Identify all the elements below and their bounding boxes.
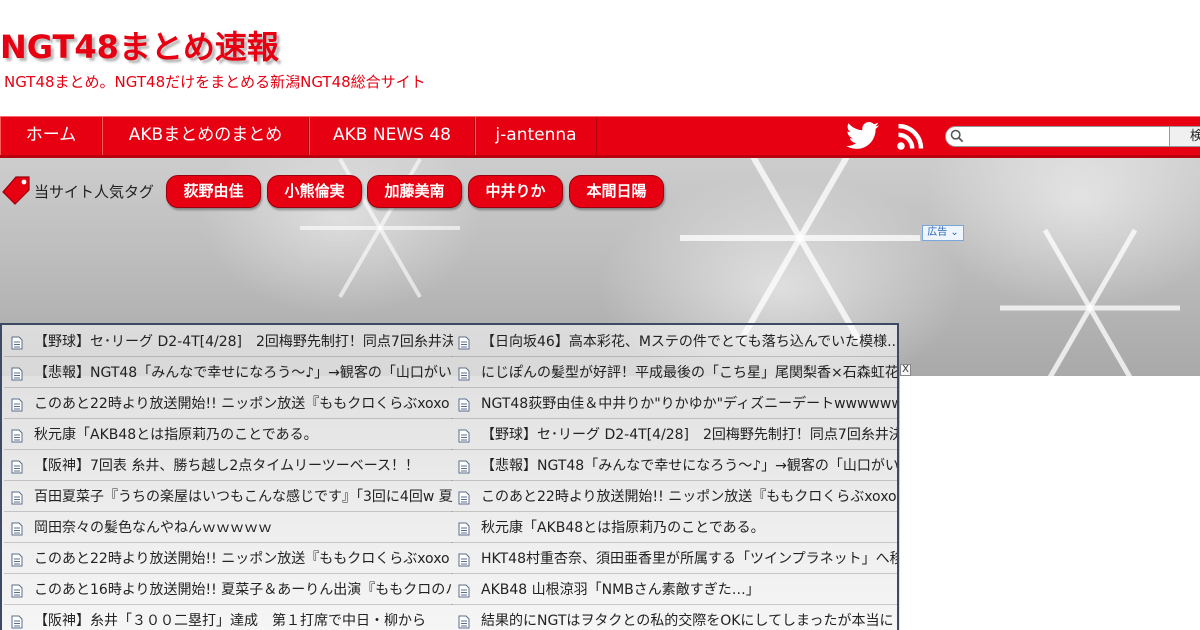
list-item-title: 【阪神】糸井「３００二塁打」達成 第１打席で中日・柳から (34, 613, 426, 629)
list-item[interactable]: 【悲報】NGT48「みんなで幸せになろう～♪」→観客の「山口がい (4, 358, 453, 388)
nav-item-akb-matome[interactable]: AKBまとめのまとめ (102, 117, 309, 155)
tag-oguma-tsugumi[interactable]: 小熊倫実 (267, 175, 362, 208)
search-icon (950, 129, 964, 143)
page: NGT48まとめ速報 NGT48まとめ。NGT48だけをまとめる新潟NGT48総… (0, 0, 1200, 630)
document-icon (458, 522, 470, 536)
list-item[interactable]: 【日向坂46】高本彩花、Mステの件でとても落ち込んでいた模様... (451, 327, 897, 357)
tag-ogino-yuka[interactable]: 荻野由佳 (166, 175, 261, 208)
list-item-title: 【阪神】7回表 糸井、勝ち越し2点タイムリーツーベース！！ (34, 458, 420, 474)
rss-icon[interactable] (896, 121, 926, 151)
list-item[interactable]: 秋元康「AKB48とは指原莉乃のことである。 (451, 513, 897, 543)
search-box (945, 126, 1200, 147)
document-icon (11, 336, 23, 350)
list-item[interactable]: 【阪神】糸井「３００二塁打」達成 第１打席で中日・柳から (4, 606, 453, 630)
list-item-title: このあと22時より放送開始!! ニッポン放送『ももクロくらぶxoxo 4 (481, 489, 897, 505)
nav-item-j-antenna[interactable]: j-antenna (475, 117, 597, 155)
ad-badge[interactable]: 広告 ⌄ (922, 225, 964, 241)
chevron-down-icon: ⌄ (950, 227, 959, 238)
list-item[interactable]: 【阪神】7回表 糸井、勝ち越し2点タイムリーツーベース！！ (4, 451, 453, 481)
list-item[interactable]: 秋元康「AKB48とは指原莉乃のことである。 (4, 420, 453, 450)
document-icon (11, 553, 23, 567)
site-subtitle: NGT48まとめ。NGT48だけをまとめる新潟NGT48総合サイト (4, 73, 426, 91)
tag-homma-hinata[interactable]: 本間日陽 (569, 175, 664, 208)
search-input[interactable] (968, 127, 1171, 146)
twitter-icon[interactable] (846, 122, 880, 150)
list-item[interactable]: 岡田奈々の髪色なんやねんｗｗｗｗｗ (4, 513, 453, 543)
list-item-title: このあと22時より放送開始!! ニッポン放送『ももクロくらぶxoxo 4 (34, 551, 453, 567)
document-icon (458, 336, 470, 350)
main-nav: ホーム AKBまとめのまとめ AKB NEWS 48 j-antenna 検索 (0, 116, 1200, 158)
popular-tags-label: 当サイト人気タグ (34, 183, 155, 201)
document-icon (11, 584, 23, 598)
list-item-title: AKB48 山根涼羽「NMBさん素敵すぎた…」 (481, 582, 760, 598)
list-item[interactable]: 【野球】セ･リーグ D2-4T[4/28] 2回梅野先制打！同点7回糸井決勝 (451, 420, 897, 450)
list-item[interactable]: 百田夏菜子『うちの楽屋はいつもこんな感じです』「3回に4回w 夏 (4, 482, 453, 512)
list-item-title: 【日向坂46】高本彩花、Mステの件でとても落ち込んでいた模様... (481, 334, 897, 350)
list-item[interactable]: AKB48 山根涼羽「NMBさん素敵すぎた…」 (451, 575, 897, 605)
list-item[interactable]: 結果的にNGTはヲタクとの私的交際をOKにしてしまったが本当に (451, 606, 897, 630)
list-item-title: 【悲報】NGT48「みんなで幸せになろう～♪」→観客の「山口がい (481, 458, 897, 474)
list-item[interactable]: 【悲報】NGT48「みんなで幸せになろう～♪」→観客の「山口がい (451, 451, 897, 481)
document-icon (458, 491, 470, 505)
list-item-title: HKT48村重杏奈、須田亜香里が所属する「ツインプラネット」へ移 (481, 551, 897, 567)
list-item-title: 【野球】セ･リーグ D2-4T[4/28] 2回梅野先制打！同点7回糸井決勝 (34, 334, 453, 350)
list-item[interactable]: このあと16時より放送開始!! 夏菜子＆あーりん出演『ももクロのハ (4, 575, 453, 605)
list-item-title: 秋元康「AKB48とは指原莉乃のことである。 (34, 427, 318, 443)
nav-item-home[interactable]: ホーム (0, 117, 102, 155)
document-icon (458, 429, 470, 443)
nav-item-akb-news[interactable]: AKB NEWS 48 (309, 117, 475, 155)
list-item-title: このあと16時より放送開始!! 夏菜子＆あーりん出演『ももクロのハ (34, 582, 453, 598)
document-icon (458, 367, 470, 381)
tag-icon (2, 176, 30, 205)
antenna-feed: 【野球】セ･リーグ D2-4T[4/28] 2回梅野先制打！同点7回糸井決勝 【… (0, 323, 899, 630)
list-item[interactable]: このあと22時より放送開始!! ニッポン放送『ももクロくらぶxoxo 4 (451, 482, 897, 512)
document-icon (458, 615, 470, 629)
document-icon (11, 367, 23, 381)
site-title[interactable]: NGT48まとめ速報 (0, 22, 279, 68)
list-item-title: このあと22時より放送開始!! ニッポン放送『ももクロくらぶxoxo 4 (34, 396, 453, 412)
list-item-title: 【野球】セ･リーグ D2-4T[4/28] 2回梅野先制打！同点7回糸井決勝 (481, 427, 897, 443)
list-item[interactable]: NGT48荻野由佳＆中井りか"りかゆか"ディズニーデートwwwwwwww (451, 389, 897, 419)
document-icon (11, 460, 23, 474)
tag-kato-minami[interactable]: 加藤美南 (367, 175, 462, 208)
list-item-title: 結果的にNGTはヲタクとの私的交際をOKにしてしまったが本当に (481, 613, 894, 629)
list-item[interactable]: このあと22時より放送開始!! ニッポン放送『ももクロくらぶxoxo 4 (4, 389, 453, 419)
list-item-title: 百田夏菜子『うちの楽屋はいつもこんな感じです』「3回に4回w 夏 (34, 489, 453, 505)
list-item-title: NGT48荻野由佳＆中井りか"りかゆか"ディズニーデートwwwwwwww (481, 396, 897, 412)
list-item[interactable]: にじぽんの髪型が好評！平成最後の「こち星」尾関梨香×石森虹花× (451, 358, 897, 388)
document-icon (11, 615, 23, 629)
ad-badge-label: 広告 (927, 227, 948, 238)
list-item-title: 秋元康「AKB48とは指原莉乃のことである。 (481, 520, 765, 536)
document-icon (11, 491, 23, 505)
ad-close-button[interactable]: X (900, 364, 911, 376)
list-item[interactable]: HKT48村重杏奈、須田亜香里が所属する「ツインプラネット」へ移 (451, 544, 897, 574)
list-item-title: にじぽんの髪型が好評！平成最後の「こち星」尾関梨香×石森虹花× (481, 365, 897, 381)
document-icon (458, 553, 470, 567)
list-item[interactable]: 【野球】セ･リーグ D2-4T[4/28] 2回梅野先制打！同点7回糸井決勝 (4, 327, 453, 357)
tag-nakai-rika[interactable]: 中井りか (468, 175, 563, 208)
document-icon (458, 398, 470, 412)
document-icon (11, 398, 23, 412)
document-icon (11, 522, 23, 536)
list-item[interactable]: このあと22時より放送開始!! ニッポン放送『ももクロくらぶxoxo 4 (4, 544, 453, 574)
list-item-title: 【悲報】NGT48「みんなで幸せになろう～♪」→観客の「山口がい (34, 365, 452, 381)
search-button[interactable]: 検索 (1169, 126, 1200, 147)
list-item-title: 岡田奈々の髪色なんやねんｗｗｗｗｗ (34, 520, 272, 536)
document-icon (11, 429, 23, 443)
document-icon (458, 460, 470, 474)
document-icon (458, 584, 470, 598)
